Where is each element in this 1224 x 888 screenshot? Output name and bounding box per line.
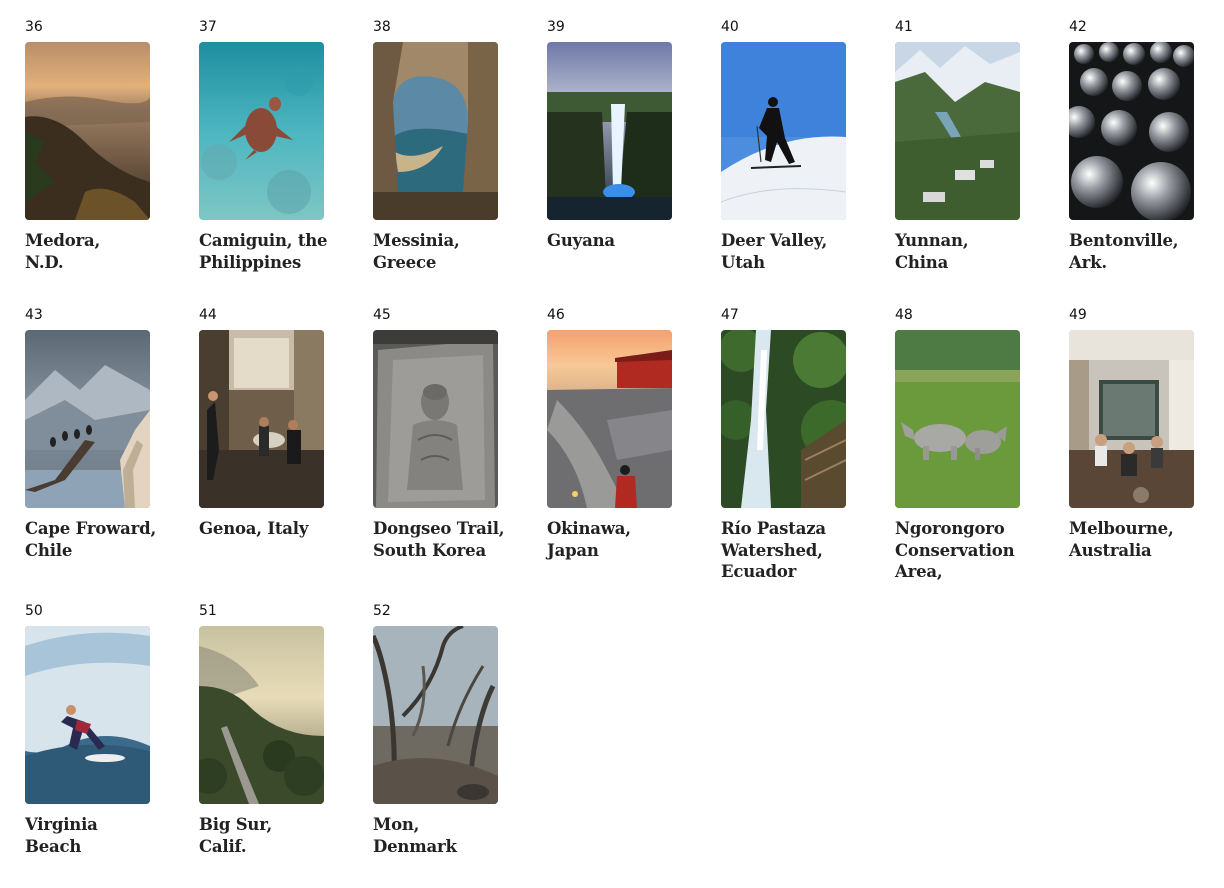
destination-number: 43	[25, 307, 43, 323]
destination-number: 38	[373, 19, 391, 35]
destination-name: Messinia, Greece	[373, 231, 460, 272]
destination-name: Deer Valley, Utah	[721, 231, 828, 272]
destination-number: 49	[1069, 307, 1087, 323]
destination-card[interactable]: 44 Genoa, Italy	[199, 306, 324, 583]
mountain-valley-image[interactable]	[895, 42, 1020, 220]
destination-name: Camiguin, the Philippines	[199, 231, 328, 272]
destination-name: Medora, N.D.	[25, 231, 101, 272]
destination-card[interactable]: 40 Deer Valley, Utah	[721, 18, 846, 273]
destination-name: Río Pastaza Watershed, Ecuador	[721, 519, 826, 581]
destination-card[interactable]: 51 Big Sur, Calif.	[199, 602, 324, 857]
destination-name: Big Sur, Calif.	[199, 815, 273, 856]
destination-card[interactable]: 49 Melbourne, Australia	[1069, 306, 1194, 583]
destination-number: 39	[547, 19, 565, 35]
jungle-waterfall-image[interactable]	[721, 330, 846, 508]
destination-card[interactable]: 36 Medora, N.D.	[25, 18, 150, 273]
destination-number: 46	[547, 307, 565, 323]
coastal-road-image[interactable]	[199, 626, 324, 804]
skier-image[interactable]	[721, 42, 846, 220]
destination-name: Yunnan, China	[895, 231, 969, 272]
destination-name: Dongseo Trail, South Korea	[373, 519, 505, 560]
destination-card[interactable]: 42 Bentonville, Ark.	[1069, 18, 1194, 273]
destination-name: Mon, Denmark	[373, 815, 457, 856]
destination-card[interactable]: 41 Yunnan, China	[895, 18, 1020, 273]
destination-name: Melbourne, Australia	[1069, 519, 1174, 560]
destination-name: Ngorongoro Conservation Area,	[895, 519, 1015, 581]
destination-card[interactable]: 39 Guyana	[547, 18, 672, 273]
destination-card[interactable]: 45 Dongseo Trail, South Korea	[373, 306, 505, 583]
destination-card[interactable]: 48 Ngorongoro Conservation Area,	[895, 306, 1020, 583]
destination-card[interactable]: 46 Okinawa, Japan	[547, 306, 672, 583]
destination-card[interactable]: 38 Messinia, Greece	[373, 18, 498, 273]
destination-number: 36	[25, 19, 43, 35]
destination-number: 45	[373, 307, 391, 323]
destination-number: 44	[199, 307, 217, 323]
destination-number: 47	[721, 307, 739, 323]
stone-arch-bay-image[interactable]	[373, 42, 498, 220]
destination-number: 52	[373, 603, 391, 619]
destination-number: 51	[199, 603, 217, 619]
grid-row-1: 36 Medora, N.D. 37 Camiguin, the Philipp…	[25, 18, 1224, 273]
restaurant-interior-image[interactable]	[1069, 330, 1194, 508]
rhino-grassland-image[interactable]	[895, 330, 1020, 508]
destination-card[interactable]: 43 Cape Froward, Chile	[25, 306, 156, 583]
sea-turtle-image[interactable]	[199, 42, 324, 220]
destination-name: Genoa, Italy	[199, 519, 309, 538]
destination-number: 48	[895, 307, 913, 323]
destination-card[interactable]: 47 Río Pastaza Watershed, Ecuador	[721, 306, 846, 583]
destination-card[interactable]: 50 Virginia Beach	[25, 602, 150, 857]
buddha-carving-image[interactable]	[373, 330, 498, 508]
destination-number: 41	[895, 19, 913, 35]
surfer-wave-image[interactable]	[25, 626, 150, 804]
silver-spheres-image[interactable]	[1069, 42, 1194, 220]
destination-name: Virginia Beach	[25, 815, 98, 856]
destination-number: 50	[25, 603, 43, 619]
destination-card[interactable]: 37 Camiguin, the Philippines	[199, 18, 328, 273]
medora-landscape-image[interactable]	[25, 42, 150, 220]
street-cafe-image[interactable]	[199, 330, 324, 508]
destination-name: Cape Froward, Chile	[25, 519, 156, 560]
destination-number: 40	[721, 19, 739, 35]
birds-on-branch-image[interactable]	[25, 330, 150, 508]
grid-row-2: 43 Cape Froward, Chile 44 Genoa, Italy 4…	[25, 306, 1224, 583]
destination-name: Okinawa, Japan	[547, 519, 631, 560]
misty-forest-image[interactable]	[373, 626, 498, 804]
castle-walls-image[interactable]	[547, 330, 672, 508]
destination-name: Bentonville, Ark.	[1069, 231, 1179, 272]
waterfall-image[interactable]	[547, 42, 672, 220]
destination-card[interactable]: 52 Mon, Denmark	[373, 602, 498, 857]
destination-name: Guyana	[547, 231, 615, 250]
grid-row-3: 50 Virginia Beach 51 Big Sur, Calif. 52 …	[25, 602, 547, 857]
destination-number: 37	[199, 19, 217, 35]
destination-number: 42	[1069, 19, 1087, 35]
